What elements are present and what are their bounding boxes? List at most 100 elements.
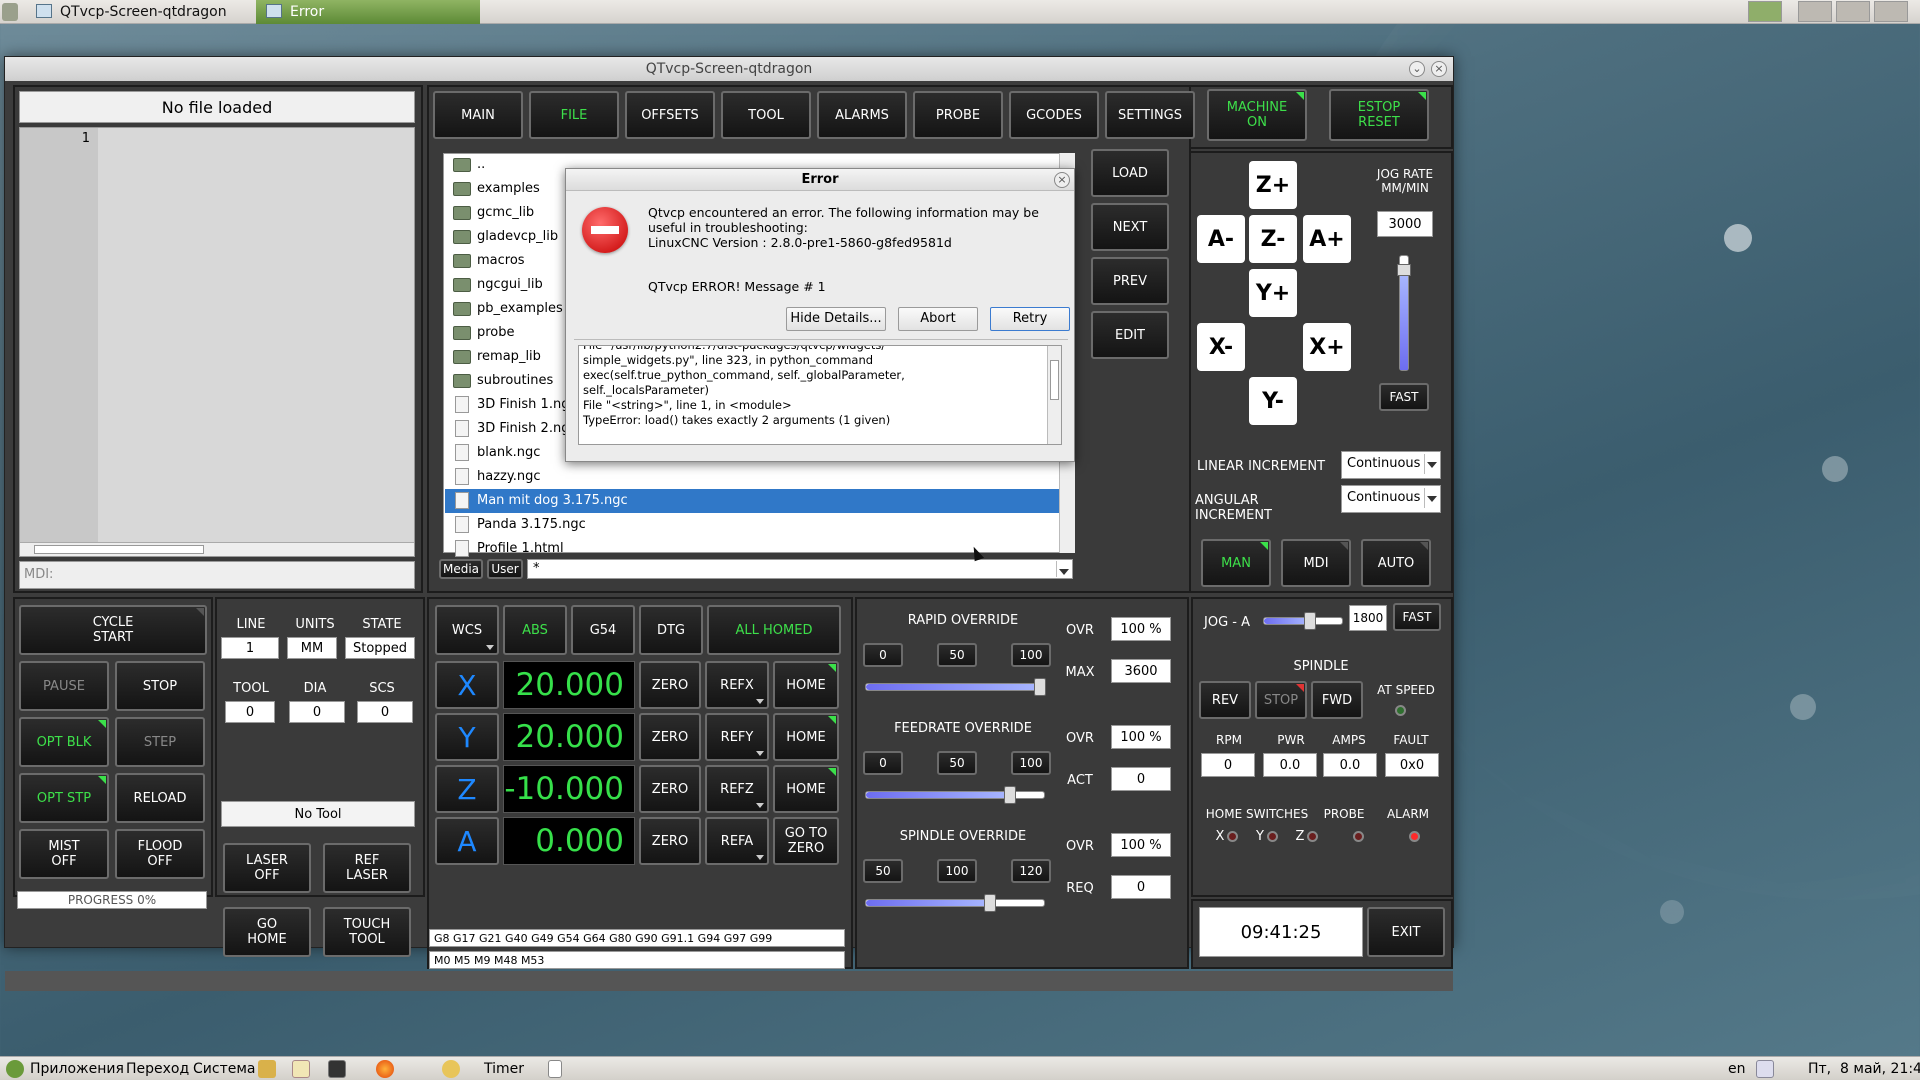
home-x-button[interactable]: HOME xyxy=(773,661,839,709)
media-button[interactable]: Media xyxy=(439,559,483,579)
spindle-fwd-button[interactable]: FWD xyxy=(1311,681,1363,719)
spindle-preset-100-button[interactable]: 100 xyxy=(937,859,977,883)
dialog-close-button[interactable]: × xyxy=(1054,172,1070,188)
feed-preset-100-button[interactable]: 100 xyxy=(1011,751,1051,775)
jog-rate-slider-knob[interactable] xyxy=(1397,264,1411,276)
ref-y-button[interactable]: REFY xyxy=(705,713,769,761)
tab-tool[interactable]: TOOL xyxy=(721,91,811,139)
jog-x-plus-button[interactable]: X+ xyxy=(1303,323,1351,371)
opt-blk-button[interactable]: OPT BLK xyxy=(19,717,109,767)
next-button[interactable]: NEXT xyxy=(1091,203,1169,251)
machine-on-button[interactable]: MACHINE ON xyxy=(1207,89,1307,141)
home-z-button[interactable]: HOME xyxy=(773,765,839,813)
tab-file[interactable]: FILE xyxy=(529,91,619,139)
timer-icon[interactable] xyxy=(442,1060,460,1078)
all-homed-button[interactable]: ALL HOMED xyxy=(707,605,841,655)
hide-details-button[interactable]: Hide Details... xyxy=(786,307,886,331)
workspace-switcher-2[interactable] xyxy=(1798,1,1832,22)
feed-preset-0-button[interactable]: 0 xyxy=(863,751,903,775)
jog-y-plus-button[interactable]: Y+ xyxy=(1249,269,1297,317)
mdi-input[interactable]: MDI: xyxy=(19,561,415,589)
step-button[interactable]: STEP xyxy=(115,717,205,767)
mode-mdi-button[interactable]: MDI xyxy=(1281,539,1351,587)
rapid-preset-0-button[interactable]: 0 xyxy=(863,643,903,667)
dtg-button[interactable]: DTG xyxy=(639,605,703,655)
file-list-item[interactable]: Panda 3.175.ngc xyxy=(445,513,1059,537)
reload-button[interactable]: RELOAD xyxy=(115,773,205,823)
jog-a-fast-button[interactable]: FAST xyxy=(1393,603,1441,631)
jog-a-minus-button[interactable]: A- xyxy=(1197,215,1245,263)
edit-button[interactable]: EDIT xyxy=(1091,311,1169,359)
tab-settings[interactable]: SETTINGS xyxy=(1105,91,1195,139)
abs-button[interactable]: ABS xyxy=(503,605,567,655)
tab-main[interactable]: MAIN xyxy=(433,91,523,139)
retry-button[interactable]: Retry xyxy=(990,307,1070,331)
touch-tool-button[interactable]: TOUCH TOOL xyxy=(323,907,411,957)
jog-a-slider[interactable] xyxy=(1263,612,1343,630)
tab-offsets[interactable]: OFFSETS xyxy=(625,91,715,139)
taskbar-item-error[interactable]: Error xyxy=(256,0,480,24)
axis-z-button[interactable]: Z xyxy=(435,765,499,813)
g54-button[interactable]: G54 xyxy=(571,605,635,655)
zero-y-button[interactable]: ZERO xyxy=(639,713,701,761)
slider-knob[interactable] xyxy=(1003,786,1016,804)
workspace-switcher-1[interactable] xyxy=(1748,1,1782,22)
jog-a-plus-button[interactable]: A+ xyxy=(1303,215,1351,263)
horizontal-scrollbar[interactable] xyxy=(20,542,414,556)
stop-button[interactable]: STOP xyxy=(115,661,205,711)
axis-a-button[interactable]: A xyxy=(435,817,499,865)
zero-z-button[interactable]: ZERO xyxy=(639,765,701,813)
network-icon[interactable] xyxy=(1756,1060,1774,1078)
menu-system[interactable]: Система xyxy=(193,1057,255,1080)
go-home-button[interactable]: GO HOME xyxy=(223,907,311,957)
pause-button[interactable]: PAUSE xyxy=(19,661,109,711)
linear-increment-combo[interactable]: Continuous xyxy=(1341,451,1441,479)
spindle-preset-50-button[interactable]: 50 xyxy=(863,859,903,883)
ref-laser-button[interactable]: REF LASER xyxy=(323,843,411,893)
ref-a-button[interactable]: REFA xyxy=(705,817,769,865)
jog-a-slider-knob[interactable] xyxy=(1304,612,1316,630)
prev-button[interactable]: PREV xyxy=(1091,257,1169,305)
tab-probe[interactable]: PROBE xyxy=(913,91,1003,139)
axis-x-button[interactable]: X xyxy=(435,661,499,709)
window-minimize-button[interactable]: ⌄ xyxy=(1409,61,1425,77)
jog-z-plus-button[interactable]: Z+ xyxy=(1249,161,1297,209)
gcode-editor[interactable]: 1 xyxy=(19,127,415,557)
home-y-button[interactable]: HOME xyxy=(773,713,839,761)
details-scrollbar-thumb[interactable] xyxy=(1050,360,1059,400)
exit-button[interactable]: EXIT xyxy=(1367,907,1445,957)
spindle-stop-button[interactable]: STOP xyxy=(1255,681,1307,719)
jog-rate-slider[interactable] xyxy=(1397,255,1411,371)
keyboard-layout[interactable]: en xyxy=(1728,1057,1746,1080)
slider-knob[interactable] xyxy=(1034,678,1046,696)
angular-increment-combo[interactable]: Continuous xyxy=(1341,485,1441,513)
user-button[interactable]: User xyxy=(487,559,523,579)
opt-stp-button[interactable]: OPT STP xyxy=(19,773,109,823)
firefox-icon[interactable] xyxy=(376,1060,394,1078)
ref-x-button[interactable]: REFX xyxy=(705,661,769,709)
datetime[interactable]: Пт, 8 май, 21:41 xyxy=(1808,1057,1920,1080)
workspace-switcher-3[interactable] xyxy=(1836,1,1870,22)
spindle-override-slider[interactable] xyxy=(865,894,1045,912)
zero-x-button[interactable]: ZERO xyxy=(639,661,701,709)
tab-alarms[interactable]: ALARMS xyxy=(817,91,907,139)
file-list-item[interactable]: Profile 1.html xyxy=(445,537,1059,561)
spindle-preset-120-button[interactable]: 120 xyxy=(1011,859,1051,883)
taskbar-item-qtvcp[interactable]: QTvcp-Screen-qtdragon xyxy=(26,0,254,24)
go-to-zero-button[interactable]: GO TO ZERO xyxy=(773,817,839,865)
cycle-start-button[interactable]: CYCLE START xyxy=(19,605,207,655)
file-filter-combo[interactable]: * xyxy=(527,559,1073,579)
rapid-override-slider[interactable] xyxy=(865,678,1046,696)
error-details-text[interactable]: File "/usr/lib/python2.7/dist-packages/q… xyxy=(578,345,1062,445)
menu-applications[interactable]: Приложения xyxy=(30,1057,124,1080)
window-close-button[interactable]: × xyxy=(1431,61,1447,77)
load-button[interactable]: LOAD xyxy=(1091,149,1169,197)
timer-label[interactable]: Timer xyxy=(484,1057,524,1080)
abort-button[interactable]: Abort xyxy=(898,307,978,331)
jog-fast-button[interactable]: FAST xyxy=(1379,383,1429,411)
mist-off-button[interactable]: MIST OFF xyxy=(19,829,109,879)
laser-off-button[interactable]: LASER OFF xyxy=(223,843,311,893)
slider-knob[interactable] xyxy=(983,894,996,912)
details-scrollbar[interactable] xyxy=(1047,346,1061,444)
feed-preset-50-button[interactable]: 50 xyxy=(937,751,977,775)
